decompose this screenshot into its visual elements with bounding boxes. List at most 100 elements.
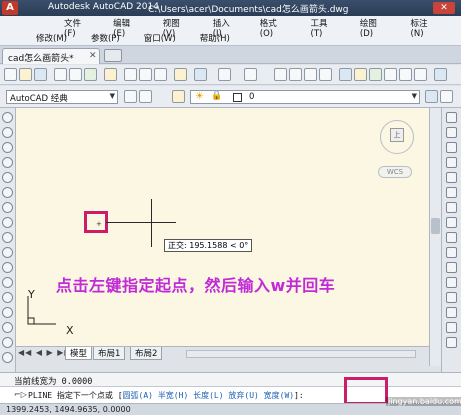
option-length[interactable]: 长度(L)	[193, 391, 223, 400]
menu-row-secondary: 修改(M) 参数(P) 窗口(W) 帮助(H)	[36, 32, 254, 44]
matchprop-icon[interactable]	[104, 68, 117, 81]
ellipse-arc-icon[interactable]	[2, 262, 13, 273]
tab-layout1[interactable]: 布局1	[93, 347, 126, 360]
polygon-icon[interactable]	[2, 157, 13, 168]
make-current-layer-icon[interactable]	[425, 90, 438, 103]
sheet-set-icon[interactable]	[384, 68, 397, 81]
chevron-down-icon: ▼	[109, 92, 115, 100]
workspace-dropdown[interactable]: AutoCAD 经典 ▼	[6, 90, 118, 104]
paintbrush-icon[interactable]	[174, 68, 187, 81]
horizontal-scrollbar[interactable]	[186, 350, 416, 358]
copy-icon[interactable]	[139, 68, 152, 81]
break-icon[interactable]	[446, 277, 457, 288]
fillet-icon[interactable]	[446, 322, 457, 333]
circle-icon[interactable]	[2, 202, 13, 213]
zoom-realtime-icon[interactable]	[289, 68, 302, 81]
rectangle-icon[interactable]	[2, 172, 13, 183]
vertical-scrollbar[interactable]	[429, 108, 441, 366]
standard-toolbar	[0, 65, 461, 85]
erase-icon[interactable]	[446, 112, 457, 123]
menu-dimension[interactable]: 标注(N)	[411, 17, 437, 39]
scrollbar-thumb[interactable]	[431, 218, 440, 234]
workspace-settings-icon[interactable]	[124, 90, 137, 103]
tab-layout2[interactable]: 布局2	[130, 347, 163, 360]
chamfer-icon[interactable]	[446, 307, 457, 318]
rotate-icon[interactable]	[446, 202, 457, 213]
option-undo[interactable]: 放弃(U)	[228, 391, 258, 400]
layer-lock-icon: 🔒	[211, 91, 223, 101]
point-icon[interactable]	[2, 307, 13, 318]
option-halfwidth[interactable]: 半宽(H)	[158, 391, 188, 400]
drawing-canvas[interactable]: 上 WCS + 正交: 195.1588 < 0° 点击左键指定起点，然后输入w…	[16, 108, 429, 346]
tab-model[interactable]: 模型	[65, 347, 93, 360]
new-file-icon[interactable]	[4, 68, 17, 81]
explode-icon[interactable]	[446, 337, 457, 348]
new-tab-icon[interactable]	[104, 49, 122, 62]
menu-help[interactable]: 帮助(H)	[200, 32, 230, 44]
insert-block-icon[interactable]	[2, 277, 13, 288]
revcloud-icon[interactable]	[2, 217, 13, 228]
option-arc[interactable]: 圆弧(A)	[123, 391, 153, 400]
pan-icon[interactable]	[274, 68, 287, 81]
zoom-window-icon[interactable]	[304, 68, 317, 81]
viewcube[interactable]: 上	[378, 120, 418, 168]
tool-palettes-icon[interactable]	[369, 68, 382, 81]
gradient-icon[interactable]	[2, 337, 13, 348]
region-icon[interactable]	[2, 352, 13, 363]
extend-icon[interactable]	[446, 262, 457, 273]
markup-icon[interactable]	[399, 68, 412, 81]
polyline-icon[interactable]	[2, 142, 13, 153]
scale-icon[interactable]	[446, 217, 457, 228]
copy-object-icon[interactable]	[446, 127, 457, 138]
paste-icon[interactable]	[154, 68, 167, 81]
menu-modify[interactable]: 修改(M)	[36, 32, 67, 44]
spline-icon[interactable]	[2, 232, 13, 243]
print-preview-icon[interactable]	[69, 68, 82, 81]
title-bar: A Autodesk AutoCAD 2014 C:\Users\acer\Do…	[0, 0, 461, 16]
properties-icon[interactable]	[339, 68, 352, 81]
document-tab[interactable]: cad怎么画箭头* ✕	[2, 48, 100, 64]
array-icon[interactable]	[446, 172, 457, 183]
autocad-logo-icon[interactable]: A	[2, 1, 18, 15]
print-icon[interactable]	[54, 68, 67, 81]
menu-tools[interactable]: 工具(T)	[311, 17, 336, 39]
viewcube-top-face[interactable]: 上	[390, 128, 404, 142]
command-prompt-text[interactable]: PLINE 指定下一个点或 [圆弧(A) 半宽(H) 长度(L) 放弃(U) 宽…	[28, 390, 304, 401]
publish-icon[interactable]	[84, 68, 97, 81]
move-icon[interactable]	[446, 187, 457, 198]
layer-properties-icon[interactable]	[172, 90, 185, 103]
mirror-icon[interactable]	[446, 142, 457, 153]
layer-dropdown[interactable]: ☀ 🔒 0 ▼	[190, 90, 420, 104]
window-close-button[interactable]: ✕	[433, 2, 455, 14]
menu-parametric[interactable]: 参数(P)	[91, 32, 120, 44]
design-center-icon[interactable]	[354, 68, 367, 81]
cut-icon[interactable]	[124, 68, 137, 81]
join-icon[interactable]	[446, 292, 457, 303]
menu-format[interactable]: 格式(O)	[260, 17, 287, 39]
help-icon[interactable]	[434, 68, 447, 81]
zoom-previous-icon[interactable]	[319, 68, 332, 81]
option-width[interactable]: 宽度(W)	[264, 391, 294, 400]
redo-icon[interactable]	[244, 68, 257, 81]
gear-icon[interactable]	[139, 90, 152, 103]
block-editor-icon[interactable]	[194, 68, 207, 81]
ellipse-icon[interactable]	[2, 247, 13, 258]
close-tab-icon[interactable]: ✕	[89, 51, 97, 61]
undo-icon[interactable]	[218, 68, 231, 81]
make-block-icon[interactable]	[2, 292, 13, 303]
line-icon[interactable]	[2, 112, 13, 123]
menu-window[interactable]: 窗口(W)	[144, 32, 176, 44]
arc-icon[interactable]	[2, 187, 13, 198]
save-icon[interactable]	[34, 68, 47, 81]
layout-nav-arrows[interactable]: ◀◀ ◀ ▶ ▶▶	[18, 348, 72, 357]
trim-icon[interactable]	[446, 247, 457, 258]
wcs-menu[interactable]: WCS	[378, 166, 412, 178]
layer-previous-icon[interactable]	[440, 90, 453, 103]
calculator-icon[interactable]	[414, 68, 427, 81]
xline-icon[interactable]	[2, 127, 13, 138]
stretch-icon[interactable]	[446, 232, 457, 243]
hatch-icon[interactable]	[2, 322, 13, 333]
offset-icon[interactable]	[446, 157, 457, 168]
open-file-icon[interactable]	[19, 68, 32, 81]
menu-draw[interactable]: 绘图(D)	[360, 17, 387, 39]
